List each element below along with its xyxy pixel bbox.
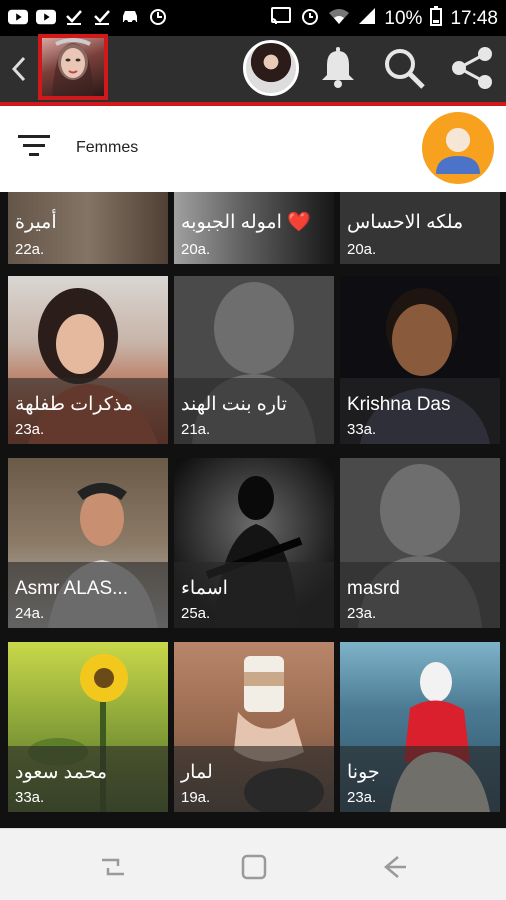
home-icon[interactable] bbox=[240, 854, 270, 880]
profile-name: Asmr ALAS... bbox=[15, 578, 128, 599]
profile-name: ملكه الاحساس bbox=[347, 212, 464, 233]
chat-avatar[interactable] bbox=[243, 40, 299, 96]
profile-card[interactable]: محمد سعود 33a. bbox=[8, 642, 168, 812]
alarm-icon bbox=[300, 6, 320, 32]
wifi-icon bbox=[328, 7, 350, 31]
profile-name: اسماء bbox=[181, 578, 228, 599]
profile-card[interactable]: اموله الجبوبه ❤️ 20a. bbox=[174, 192, 334, 264]
my-profile-avatar[interactable] bbox=[422, 112, 494, 184]
notification-icons bbox=[8, 7, 168, 27]
profile-card[interactable]: لمار 19a. bbox=[174, 642, 334, 812]
profile-age: 19a. bbox=[181, 789, 211, 806]
status-bar: 10% 17:48 bbox=[0, 0, 506, 36]
cast-icon bbox=[270, 7, 292, 31]
profile-grid: أميرة 22a. اموله الجبوبه ❤️ 20a. ملكه ال… bbox=[0, 192, 506, 828]
back-icon[interactable] bbox=[380, 854, 410, 880]
profile-card[interactable]: Asmr ALAS... 24a. bbox=[8, 458, 168, 628]
profile-card[interactable]: masrd 23a. bbox=[340, 458, 500, 628]
profile-card[interactable]: تاره بنت الهند 21a. bbox=[174, 276, 334, 444]
download-done-icon bbox=[64, 7, 84, 27]
profile-age: 33a. bbox=[15, 789, 45, 806]
profile-age: 24a. bbox=[15, 605, 45, 622]
profile-card[interactable]: أميرة 22a. bbox=[8, 192, 168, 264]
profile-card[interactable]: Krishna Das 33a. bbox=[340, 276, 500, 444]
profile-age: 25a. bbox=[181, 605, 211, 622]
profile-card[interactable]: مذكرات طفلهة 23a. bbox=[8, 276, 168, 444]
back-arrow-icon[interactable] bbox=[6, 52, 32, 86]
profile-name: محمد سعود bbox=[15, 762, 108, 783]
profile-name: مذكرات طفلهة bbox=[15, 394, 134, 415]
clock: 17:48 bbox=[450, 8, 498, 29]
profile-card[interactable]: جونا 23a. bbox=[340, 642, 500, 812]
profile-card[interactable]: اسماء 25a. bbox=[174, 458, 334, 628]
signal-icon bbox=[358, 7, 376, 31]
profile-age: 23a. bbox=[347, 789, 377, 806]
current-profile-photo[interactable] bbox=[38, 34, 108, 100]
download-done-icon bbox=[92, 7, 112, 27]
recents-icon[interactable] bbox=[98, 854, 128, 880]
share-icon[interactable] bbox=[448, 44, 496, 92]
profile-age: 23a. bbox=[347, 605, 377, 622]
profile-photo-image bbox=[42, 38, 104, 96]
battery-icon bbox=[430, 6, 443, 32]
bell-icon[interactable] bbox=[314, 44, 362, 92]
search-icon[interactable] bbox=[380, 44, 428, 92]
profile-age: 20a. bbox=[347, 241, 377, 258]
profile-name: جونا bbox=[347, 762, 380, 783]
youtube-icon bbox=[8, 7, 28, 27]
profile-age: 33a. bbox=[347, 421, 377, 438]
filter-icon[interactable] bbox=[18, 133, 50, 159]
profile-name: تاره بنت الهند bbox=[181, 394, 287, 415]
system-status: 10% 17:48 bbox=[270, 6, 498, 32]
profile-name: masrd bbox=[347, 578, 400, 599]
profile-age: 20a. bbox=[181, 241, 211, 258]
profile-name: لمار bbox=[181, 762, 213, 783]
profile-age: 22a. bbox=[15, 241, 45, 258]
profile-name: أميرة bbox=[15, 212, 57, 233]
profile-age: 23a. bbox=[15, 421, 45, 438]
gender-filter-label[interactable]: Femmes bbox=[76, 139, 138, 157]
profile-name: Krishna Das bbox=[347, 394, 451, 415]
profile-age: 21a. bbox=[181, 421, 211, 438]
profile-name: اموله الجبوبه ❤️ bbox=[181, 212, 311, 233]
profile-card[interactable]: ملكه الاحساس 20a. bbox=[340, 192, 500, 264]
battery-percent: 10% bbox=[384, 8, 423, 29]
car-icon bbox=[120, 7, 140, 27]
youtube-icon bbox=[36, 7, 56, 27]
sync-icon bbox=[148, 7, 168, 27]
